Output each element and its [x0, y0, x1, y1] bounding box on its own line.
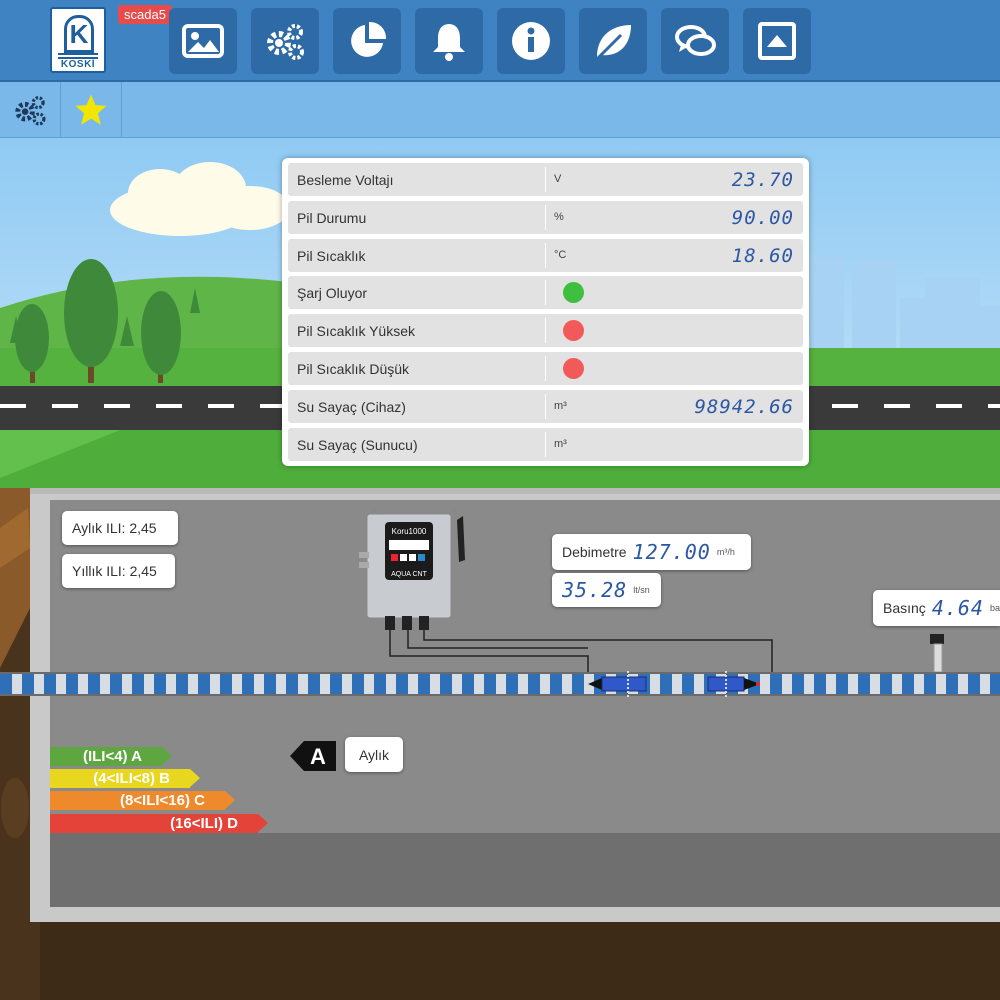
- nav-button-image[interactable]: [169, 8, 237, 74]
- flow-sensors: [588, 671, 760, 697]
- aqua-cnt-device[interactable]: Koru1000 AQUA CNT: [355, 500, 475, 640]
- rating-band-arrow: [190, 769, 200, 787]
- row-label: Şarj Oluyor: [297, 285, 368, 302]
- pressure-sensor: [930, 634, 944, 672]
- yearly-ili-box: Yıllık ILI: 2,45: [62, 554, 175, 588]
- rating-band: (16<ILI) D: [50, 814, 268, 833]
- monthly-ili-text: Aylık ILI: 2,45: [72, 520, 157, 536]
- row-label: Pil Sıcaklık Düşük: [297, 360, 410, 377]
- rating-band-arrow: [258, 814, 268, 832]
- pressure-label: Basınç: [883, 600, 926, 616]
- info-icon: [512, 22, 550, 60]
- flow-unit: m³/h: [716, 547, 735, 557]
- yearly-ili-text: Yıllık ILI: 2,45: [72, 563, 157, 579]
- row-label: Su Sayaç (Cihaz): [297, 398, 406, 415]
- row-value: 90.00: [731, 206, 794, 229]
- nav-button-messages[interactable]: [661, 8, 729, 74]
- upload-icon: [758, 22, 796, 60]
- nav-button-upload[interactable]: [743, 8, 811, 74]
- row-label: Besleme Voltajı: [297, 172, 394, 188]
- row-label: Su Sayaç (Sunucu): [297, 436, 418, 453]
- pressure-unit: bar: [989, 603, 1000, 613]
- nav-button-settings[interactable]: [251, 8, 319, 74]
- meter-chamber: [30, 488, 1000, 922]
- flow-rate-box: Debimetre 127.00 m³/h: [552, 534, 751, 570]
- row-unit: °C: [554, 248, 567, 261]
- subbar-favorites-button[interactable]: [61, 82, 122, 138]
- chat-icon: [675, 25, 716, 56]
- panel-row: Su Sayaç (Cihaz) m³ 98942.66: [288, 389, 803, 423]
- flow-rate-lts-box: 35.28 lt/sn: [552, 573, 661, 607]
- device-brand-text: AQUA CNT: [391, 571, 428, 578]
- charging-status-indicator: [563, 282, 584, 304]
- rating-band: (8<ILI<16) C: [50, 791, 235, 810]
- rating-band-arrow: [225, 791, 235, 809]
- device-status-panel: Besleme Voltajı V 23.70 Pil Durumu % 90.…: [282, 158, 809, 466]
- image-icon: [182, 24, 224, 58]
- rating-band-arrow: [162, 747, 172, 765]
- row-value: 98942.66: [694, 395, 794, 418]
- nav-button-reports[interactable]: [333, 8, 401, 74]
- logo-text: KOSKİ: [60, 59, 96, 70]
- gears-icon: [267, 24, 304, 60]
- logo-k-mark: K: [64, 15, 94, 53]
- leaf-icon: [595, 25, 631, 61]
- row-label: Pil Sıcaklık Yüksek: [297, 323, 416, 340]
- flow-label: Debimetre: [562, 544, 627, 560]
- nav-button-alarms[interactable]: [415, 8, 483, 74]
- current-grade-letter: A: [310, 744, 326, 769]
- koski-logo[interactable]: K KOSKİ: [50, 7, 106, 73]
- subbar-settings-button[interactable]: [0, 82, 61, 138]
- rating-period-box: Aylık: [345, 737, 403, 772]
- water-pipe: [0, 672, 1000, 696]
- sub-toolbar: [0, 82, 1000, 138]
- pressure-value: 4.64: [931, 596, 984, 620]
- nav-button-info[interactable]: [497, 8, 565, 74]
- cloud: [110, 162, 290, 236]
- panel-row: Pil Sıcaklık °C 18.60: [288, 238, 803, 272]
- panel-row: Pil Sıcaklık Yüksek: [288, 314, 803, 348]
- panel-row: Pil Durumu % 90.00: [288, 200, 803, 234]
- row-unit: %: [554, 210, 564, 223]
- row-unit: m³: [554, 399, 567, 412]
- panel-row: Su Sayaç (Sunucu) m³: [288, 427, 803, 461]
- bell-icon: [433, 24, 465, 61]
- device-model-text: Koru1000: [392, 527, 427, 536]
- nav-button-energy[interactable]: [579, 8, 647, 74]
- top-navigation-bar: K KOSKİ scada5: [0, 0, 1000, 82]
- pie-chart-icon: [351, 21, 387, 57]
- rating-band: (4<ILI<8) B: [50, 769, 200, 788]
- row-unit: V: [554, 173, 562, 185]
- panel-row: Şarj Oluyor: [288, 276, 803, 310]
- gears-icon: [15, 96, 46, 126]
- flow-value: 127.00: [632, 540, 711, 564]
- star-icon: [75, 94, 107, 125]
- rating-band: (ILI<4) A: [50, 747, 172, 766]
- rating-period: Aylık: [358, 746, 390, 763]
- row-label: Pil Durumu: [297, 209, 367, 226]
- row-value: 23.70: [731, 169, 794, 191]
- battery-temp-low-indicator: [563, 357, 584, 379]
- row-label: Pil Sıcaklık: [297, 247, 366, 264]
- battery-temp-high-indicator: [563, 320, 584, 342]
- monthly-ili-box: Aylık ILI: 2,45: [62, 511, 178, 545]
- flow-unit-lts: lt/sn: [633, 585, 650, 595]
- current-grade-marker: A: [290, 741, 336, 771]
- panel-row: Besleme Voltajı V 23.70: [288, 163, 803, 196]
- pressure-box: Basınç 4.64 bar: [873, 590, 1000, 626]
- panel-row: Pil Sıcaklık Düşük: [288, 351, 803, 385]
- row-value: 18.60: [731, 244, 794, 267]
- row-unit: m³: [554, 437, 567, 450]
- scada-badge: scada5: [118, 5, 172, 24]
- flow-value-lts: 35.28: [562, 578, 628, 602]
